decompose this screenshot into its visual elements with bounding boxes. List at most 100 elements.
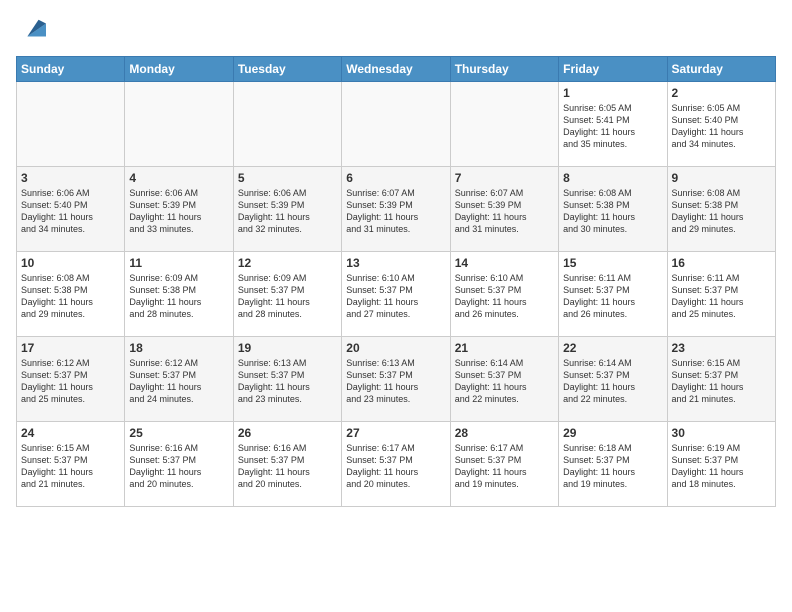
- calendar-week-5: 24Sunrise: 6:15 AM Sunset: 5:37 PM Dayli…: [17, 422, 776, 507]
- day-number: 26: [238, 426, 337, 440]
- calendar-cell: 15Sunrise: 6:11 AM Sunset: 5:37 PM Dayli…: [559, 252, 667, 337]
- calendar-cell: 21 Sunrise: 6:14 AM Sunset: 5:37 PM Dayli…: [450, 337, 558, 422]
- day-number: 19: [238, 341, 337, 355]
- day-info: Sunrise: 6:09 AM Sunset: 5:37 PM Dayligh…: [238, 272, 337, 321]
- day-info: Sunrise: 6:13 AM Sunset: 5:37 PM Dayligh…: [346, 357, 445, 406]
- calendar-cell: 3 Sunrise: 6:06 AM Sunset: 5:40 PM Daylig…: [17, 167, 125, 252]
- day-info: Sunrise: 6:19 AM Sunset: 5:37 PM Dayligh…: [672, 442, 771, 491]
- calendar-cell: 26 Sunrise: 6:16 AM Sunset: 5:37 PM Dayli…: [233, 422, 341, 507]
- calendar-cell: 14 Sunrise: 6:10 AM Sunset: 5:37 PM Dayli…: [450, 252, 558, 337]
- day-info: Sunrise: 6:15 AM Sunset: 5:37 PM Dayligh…: [672, 357, 771, 406]
- day-info: Sunrise: 6:06 AM Sunset: 5:40 PM Dayligh…: [21, 187, 120, 236]
- day-number: 3: [21, 171, 120, 185]
- calendar-week-1: 1 Sunrise: 6:05 AM Sunset: 5:41 PM Daylig…: [17, 82, 776, 167]
- day-info: Sunrise: 6:05 AM Sunset: 5:41 PM Dayligh…: [563, 102, 662, 151]
- calendar-cell: [17, 82, 125, 167]
- calendar-cell: 5 Sunrise: 6:06 AM Sunset: 5:39 PM Daylig…: [233, 167, 341, 252]
- calendar-cell: 6 Sunrise: 6:07 AM Sunset: 5:39 PM Daylig…: [342, 167, 450, 252]
- day-info: Sunrise: 6:18 AM Sunset: 5:37 PM Dayligh…: [563, 442, 662, 491]
- day-number: 25: [129, 426, 228, 440]
- col-header-saturday: Saturday: [667, 57, 775, 82]
- calendar-cell: 4 Sunrise: 6:06 AM Sunset: 5:39 PM Daylig…: [125, 167, 233, 252]
- day-number: 12: [238, 256, 337, 270]
- calendar-week-2: 3 Sunrise: 6:06 AM Sunset: 5:40 PM Daylig…: [17, 167, 776, 252]
- day-number: 7: [455, 171, 554, 185]
- day-number: 18: [129, 341, 228, 355]
- day-info: Sunrise: 6:11 AM Sunset: 5:37 PM Dayligh…: [672, 272, 771, 321]
- day-number: 16: [672, 256, 771, 270]
- day-number: 27: [346, 426, 445, 440]
- calendar-cell: 17 Sunrise: 6:12 AM Sunset: 5:37 PM Dayli…: [17, 337, 125, 422]
- calendar-week-4: 17 Sunrise: 6:12 AM Sunset: 5:37 PM Dayli…: [17, 337, 776, 422]
- day-info: Sunrise: 6:08 AM Sunset: 5:38 PM Dayligh…: [563, 187, 662, 236]
- day-info: Sunrise: 6:14 AM Sunset: 5:37 PM Dayligh…: [563, 357, 662, 406]
- day-info: Sunrise: 6:13 AM Sunset: 5:37 PM Dayligh…: [238, 357, 337, 406]
- calendar-cell: 25 Sunrise: 6:16 AM Sunset: 5:37 PM Dayli…: [125, 422, 233, 507]
- day-info: Sunrise: 6:14 AM Sunset: 5:37 PM Dayligh…: [455, 357, 554, 406]
- calendar-cell: 1 Sunrise: 6:05 AM Sunset: 5:41 PM Daylig…: [559, 82, 667, 167]
- calendar-cell: 16 Sunrise: 6:11 AM Sunset: 5:37 PM Dayli…: [667, 252, 775, 337]
- calendar-cell: [233, 82, 341, 167]
- calendar-cell: 9Sunrise: 6:08 AM Sunset: 5:38 PM Daylig…: [667, 167, 775, 252]
- page-header: [16, 16, 776, 44]
- calendar-cell: [125, 82, 233, 167]
- calendar-header-row: SundayMondayTuesdayWednesdayThursdayFrid…: [17, 57, 776, 82]
- day-info: Sunrise: 6:09 AM Sunset: 5:38 PM Dayligh…: [129, 272, 228, 321]
- day-info: Sunrise: 6:15 AM Sunset: 5:37 PM Dayligh…: [21, 442, 120, 491]
- calendar-cell: 30 Sunrise: 6:19 AM Sunset: 5:37 PM Dayli…: [667, 422, 775, 507]
- col-header-monday: Monday: [125, 57, 233, 82]
- calendar-cell: 29 Sunrise: 6:18 AM Sunset: 5:37 PM Dayli…: [559, 422, 667, 507]
- day-number: 10: [21, 256, 120, 270]
- calendar-cell: 12 Sunrise: 6:09 AM Sunset: 5:37 PM Dayli…: [233, 252, 341, 337]
- day-number: 20: [346, 341, 445, 355]
- day-info: Sunrise: 6:06 AM Sunset: 5:39 PM Dayligh…: [129, 187, 228, 236]
- calendar-cell: 7 Sunrise: 6:07 AM Sunset: 5:39 PM Daylig…: [450, 167, 558, 252]
- day-info: Sunrise: 6:12 AM Sunset: 5:37 PM Dayligh…: [21, 357, 120, 406]
- calendar-cell: 11Sunrise: 6:09 AM Sunset: 5:38 PM Dayli…: [125, 252, 233, 337]
- day-info: Sunrise: 6:16 AM Sunset: 5:37 PM Dayligh…: [238, 442, 337, 491]
- calendar-cell: 19 Sunrise: 6:13 AM Sunset: 5:37 PM Dayli…: [233, 337, 341, 422]
- day-info: Sunrise: 6:17 AM Sunset: 5:37 PM Dayligh…: [346, 442, 445, 491]
- day-number: 5: [238, 171, 337, 185]
- calendar-cell: [342, 82, 450, 167]
- day-info: Sunrise: 6:05 AM Sunset: 5:40 PM Dayligh…: [672, 102, 771, 151]
- day-number: 15: [563, 256, 662, 270]
- col-header-friday: Friday: [559, 57, 667, 82]
- day-info: Sunrise: 6:07 AM Sunset: 5:39 PM Dayligh…: [346, 187, 445, 236]
- calendar-week-3: 10 Sunrise: 6:08 AM Sunset: 5:38 PM Dayli…: [17, 252, 776, 337]
- day-number: 2: [672, 86, 771, 100]
- logo-icon: [18, 16, 46, 44]
- calendar-cell: 18Sunrise: 6:12 AM Sunset: 5:37 PM Dayli…: [125, 337, 233, 422]
- day-number: 17: [21, 341, 120, 355]
- logo: [16, 16, 46, 44]
- day-info: Sunrise: 6:08 AM Sunset: 5:38 PM Dayligh…: [21, 272, 120, 321]
- day-number: 23: [672, 341, 771, 355]
- col-header-sunday: Sunday: [17, 57, 125, 82]
- day-number: 28: [455, 426, 554, 440]
- day-info: Sunrise: 6:10 AM Sunset: 5:37 PM Dayligh…: [346, 272, 445, 321]
- col-header-tuesday: Tuesday: [233, 57, 341, 82]
- day-number: 21: [455, 341, 554, 355]
- day-number: 1: [563, 86, 662, 100]
- day-number: 8: [563, 171, 662, 185]
- calendar-cell: 23 Sunrise: 6:15 AM Sunset: 5:37 PM Dayli…: [667, 337, 775, 422]
- calendar-cell: 24Sunrise: 6:15 AM Sunset: 5:37 PM Dayli…: [17, 422, 125, 507]
- day-number: 14: [455, 256, 554, 270]
- day-number: 4: [129, 171, 228, 185]
- day-info: Sunrise: 6:16 AM Sunset: 5:37 PM Dayligh…: [129, 442, 228, 491]
- calendar-cell: 13Sunrise: 6:10 AM Sunset: 5:37 PM Dayli…: [342, 252, 450, 337]
- col-header-thursday: Thursday: [450, 57, 558, 82]
- calendar-cell: 2 Sunrise: 6:05 AM Sunset: 5:40 PM Daylig…: [667, 82, 775, 167]
- calendar-cell: 8 Sunrise: 6:08 AM Sunset: 5:38 PM Daylig…: [559, 167, 667, 252]
- day-number: 6: [346, 171, 445, 185]
- calendar-cell: 20 Sunrise: 6:13 AM Sunset: 5:37 PM Dayli…: [342, 337, 450, 422]
- day-number: 29: [563, 426, 662, 440]
- calendar-cell: 22Sunrise: 6:14 AM Sunset: 5:37 PM Dayli…: [559, 337, 667, 422]
- day-number: 9: [672, 171, 771, 185]
- day-info: Sunrise: 6:10 AM Sunset: 5:37 PM Dayligh…: [455, 272, 554, 321]
- col-header-wednesday: Wednesday: [342, 57, 450, 82]
- day-info: Sunrise: 6:07 AM Sunset: 5:39 PM Dayligh…: [455, 187, 554, 236]
- day-number: 30: [672, 426, 771, 440]
- day-info: Sunrise: 6:06 AM Sunset: 5:39 PM Dayligh…: [238, 187, 337, 236]
- calendar-cell: [450, 82, 558, 167]
